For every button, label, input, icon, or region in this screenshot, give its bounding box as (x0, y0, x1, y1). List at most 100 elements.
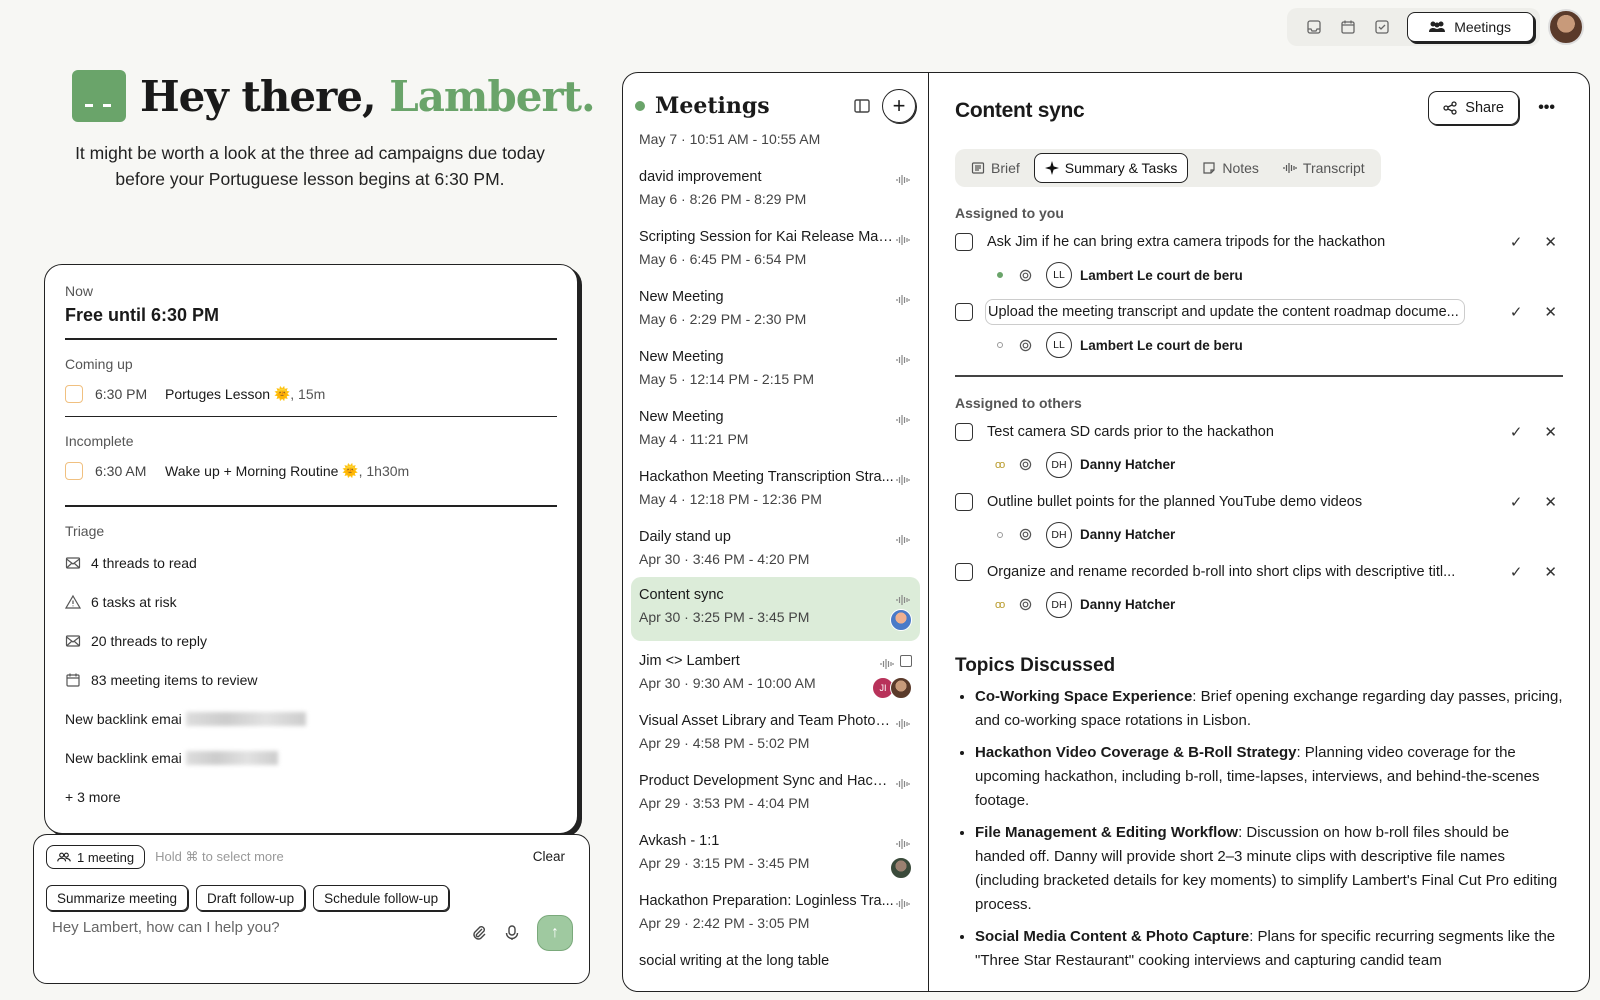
meeting-list-item[interactable]: social writing at the long table (623, 941, 928, 981)
check-icon[interactable]: ✓ (1510, 563, 1523, 581)
participant-avatar (890, 857, 912, 879)
more-options-icon[interactable]: ••• (1538, 99, 1555, 117)
tab-brief[interactable]: Brief (961, 153, 1030, 183)
close-icon[interactable]: ✕ (1544, 423, 1557, 441)
meeting-list-item[interactable]: Scripting Session for Kai Release Mark..… (623, 217, 928, 277)
note-icon (1203, 162, 1215, 174)
triage-tasks-at-risk[interactable]: 6 tasks at risk (65, 592, 557, 612)
status-dot (635, 101, 645, 111)
calendar-icon[interactable] (1333, 12, 1363, 42)
mail-icon (65, 556, 81, 569)
microphone-icon[interactable] (505, 925, 519, 941)
task-item: Ask Jim if he can bring extra camera tri… (955, 225, 1563, 291)
tab-transcript[interactable]: Transcript (1273, 153, 1375, 183)
participant-avatar (890, 677, 912, 699)
task-text[interactable]: Organize and rename recorded b-roll into… (985, 560, 1465, 584)
task-text[interactable]: Ask Jim if he can bring extra camera tri… (985, 230, 1465, 254)
topic-heading: File Management & Editing Workflow (975, 823, 1239, 841)
meeting-list-item[interactable]: Hackathon Preparation: Loginless Tra... A… (623, 881, 928, 941)
triage-threads-reply[interactable]: 20 threads to reply (65, 631, 557, 651)
assignee-name: Lambert Le court de beru (1080, 337, 1243, 353)
waveform-icon (896, 533, 910, 547)
coming-up-event[interactable]: 6:30 PM Portuges Lesson 🌞, 15m (65, 384, 557, 404)
inbox-icon[interactable] (1299, 12, 1329, 42)
tasks-icon[interactable] (1367, 12, 1397, 42)
meeting-item-date: May 6 · 8:26 PM - 8:29 PM (639, 191, 807, 207)
sidebar-toggle-icon[interactable] (852, 96, 872, 116)
schedule-follow-up-button[interactable]: Schedule follow-up (313, 885, 450, 911)
assistant-input[interactable]: Hey Lambert, how can I help you? (52, 919, 280, 936)
target-icon (1019, 269, 1032, 281)
meeting-list-item[interactable]: New Meeting May 4 · 11:21 PM (623, 397, 928, 457)
arrow-up-icon: ↑ (551, 924, 559, 941)
triage-meeting-items[interactable]: 83 meeting items to review (65, 670, 557, 690)
triage-more-link[interactable]: + 3 more (65, 787, 557, 807)
close-icon[interactable]: ✕ (1544, 303, 1557, 321)
triage-threads-read[interactable]: 4 threads to read (65, 553, 557, 573)
meeting-list-item[interactable]: Product Development Sync and Hacka... Apr… (623, 761, 928, 821)
task-checkbox[interactable] (955, 422, 973, 441)
tab-summary-tasks[interactable]: Summary & Tasks (1033, 153, 1189, 183)
meeting-date: May 7 · 10:51 AM - 10:55 AM (639, 131, 821, 147)
meeting-item-title: New Meeting (639, 289, 724, 305)
selected-meeting-chip[interactable]: 1 meeting (46, 845, 146, 869)
meeting-list-item[interactable]: david improvement May 6 · 8:26 PM - 8:29 … (623, 157, 928, 217)
triage-backlink-email[interactable]: New backlink emai (65, 709, 557, 729)
event-checkbox[interactable] (65, 384, 83, 403)
meeting-list-item[interactable]: Avkash - 1:1 Apr 29 · 3:15 PM - 3:45 PM (623, 821, 928, 881)
new-meeting-button[interactable]: + (882, 89, 916, 123)
meetings-view-button[interactable]: Meetings (1407, 12, 1534, 42)
attach-icon[interactable] (471, 925, 487, 941)
task-checkbox[interactable] (955, 492, 973, 511)
waveform-icon (896, 777, 910, 791)
close-icon[interactable]: ✕ (1544, 493, 1557, 511)
meeting-list-item[interactable]: Hackathon Meeting Transcription Stra... M… (623, 457, 928, 517)
tab-notes[interactable]: Notes (1192, 153, 1269, 183)
greeting-title: Hey there, Lambert. (140, 71, 596, 121)
user-avatar[interactable] (1548, 9, 1584, 45)
waveform-icon (896, 233, 910, 247)
meeting-item-date: Apr 29 · 2:42 PM - 3:05 PM (639, 915, 810, 931)
event-checkbox[interactable] (65, 462, 83, 480)
triage-backlink-email[interactable]: New backlink emai (65, 748, 557, 768)
meeting-item-title: Avkash - 1:1 (639, 833, 720, 849)
meeting-list-item[interactable]: New Meeting May 5 · 12:14 PM - 2:15 PM (623, 337, 928, 397)
meeting-list-item[interactable]: Daily stand up Apr 30 · 3:46 PM - 4:20 PM (623, 517, 928, 577)
task-text[interactable]: Upload the meeting transcript and update… (985, 299, 1465, 325)
task-checkbox[interactable] (955, 303, 973, 321)
sun-icon: 🌞 (342, 463, 359, 478)
meeting-item-title: Hackathon Meeting Transcription Stra... (639, 469, 894, 485)
waveform-icon (896, 473, 910, 487)
incomplete-event[interactable]: 6:30 AM Wake up + Morning Routine 🌞, 1h30… (65, 461, 557, 481)
check-icon[interactable]: ✓ (1510, 493, 1523, 511)
task-checkbox[interactable] (955, 562, 973, 581)
meetings-panel: Meetings + May 7 · 10:51 AM - 10:55 AM d… (622, 72, 1590, 992)
meeting-list-item[interactable]: Content sync Apr 30 · 3:25 PM - 3:45 PM (631, 577, 920, 641)
meeting-item-title: New Meeting (639, 349, 724, 365)
meeting-list-item[interactable]: Jim <> Lambert Apr 30 · 9:30 AM - 10:00 A… (623, 641, 928, 701)
note-icon (900, 655, 912, 667)
check-icon[interactable]: ✓ (1510, 303, 1523, 321)
clear-button[interactable]: Clear (533, 849, 565, 864)
send-button[interactable]: ↑ (537, 915, 573, 951)
redacted-text (185, 750, 278, 765)
check-icon[interactable]: ✓ (1510, 423, 1523, 441)
task-text[interactable]: Test camera SD cards prior to the hackat… (985, 420, 1465, 444)
summarize-meeting-button[interactable]: Summarize meeting (46, 885, 189, 911)
incomplete-label: Incomplete (65, 433, 134, 449)
task-text[interactable]: Outline bullet points for the planned Yo… (985, 490, 1465, 514)
share-button[interactable]: Share (1428, 91, 1519, 125)
draft-follow-up-button[interactable]: Draft follow-up (196, 885, 306, 911)
close-icon[interactable]: ✕ (1544, 233, 1557, 251)
topic-item: Hackathon Video Coverage & B-Roll Strate… (975, 741, 1563, 813)
check-icon[interactable]: ✓ (1510, 233, 1523, 251)
task-checkbox[interactable] (955, 233, 973, 251)
close-icon[interactable]: ✕ (1544, 563, 1557, 581)
meeting-list-item[interactable]: New Meeting May 6 · 2:29 PM - 2:30 PM (623, 277, 928, 337)
waveform-icon (896, 897, 910, 911)
task-item: Test camera SD cards prior to the hackat… (955, 415, 1563, 481)
coming-up-label: Coming up (65, 355, 133, 372)
topic-item: Social Media Content & Photo Capture: Pl… (975, 925, 1563, 973)
meeting-item-title: Content sync (639, 587, 724, 603)
meeting-list-item[interactable]: Visual Asset Library and Team Photog... A… (623, 701, 928, 761)
